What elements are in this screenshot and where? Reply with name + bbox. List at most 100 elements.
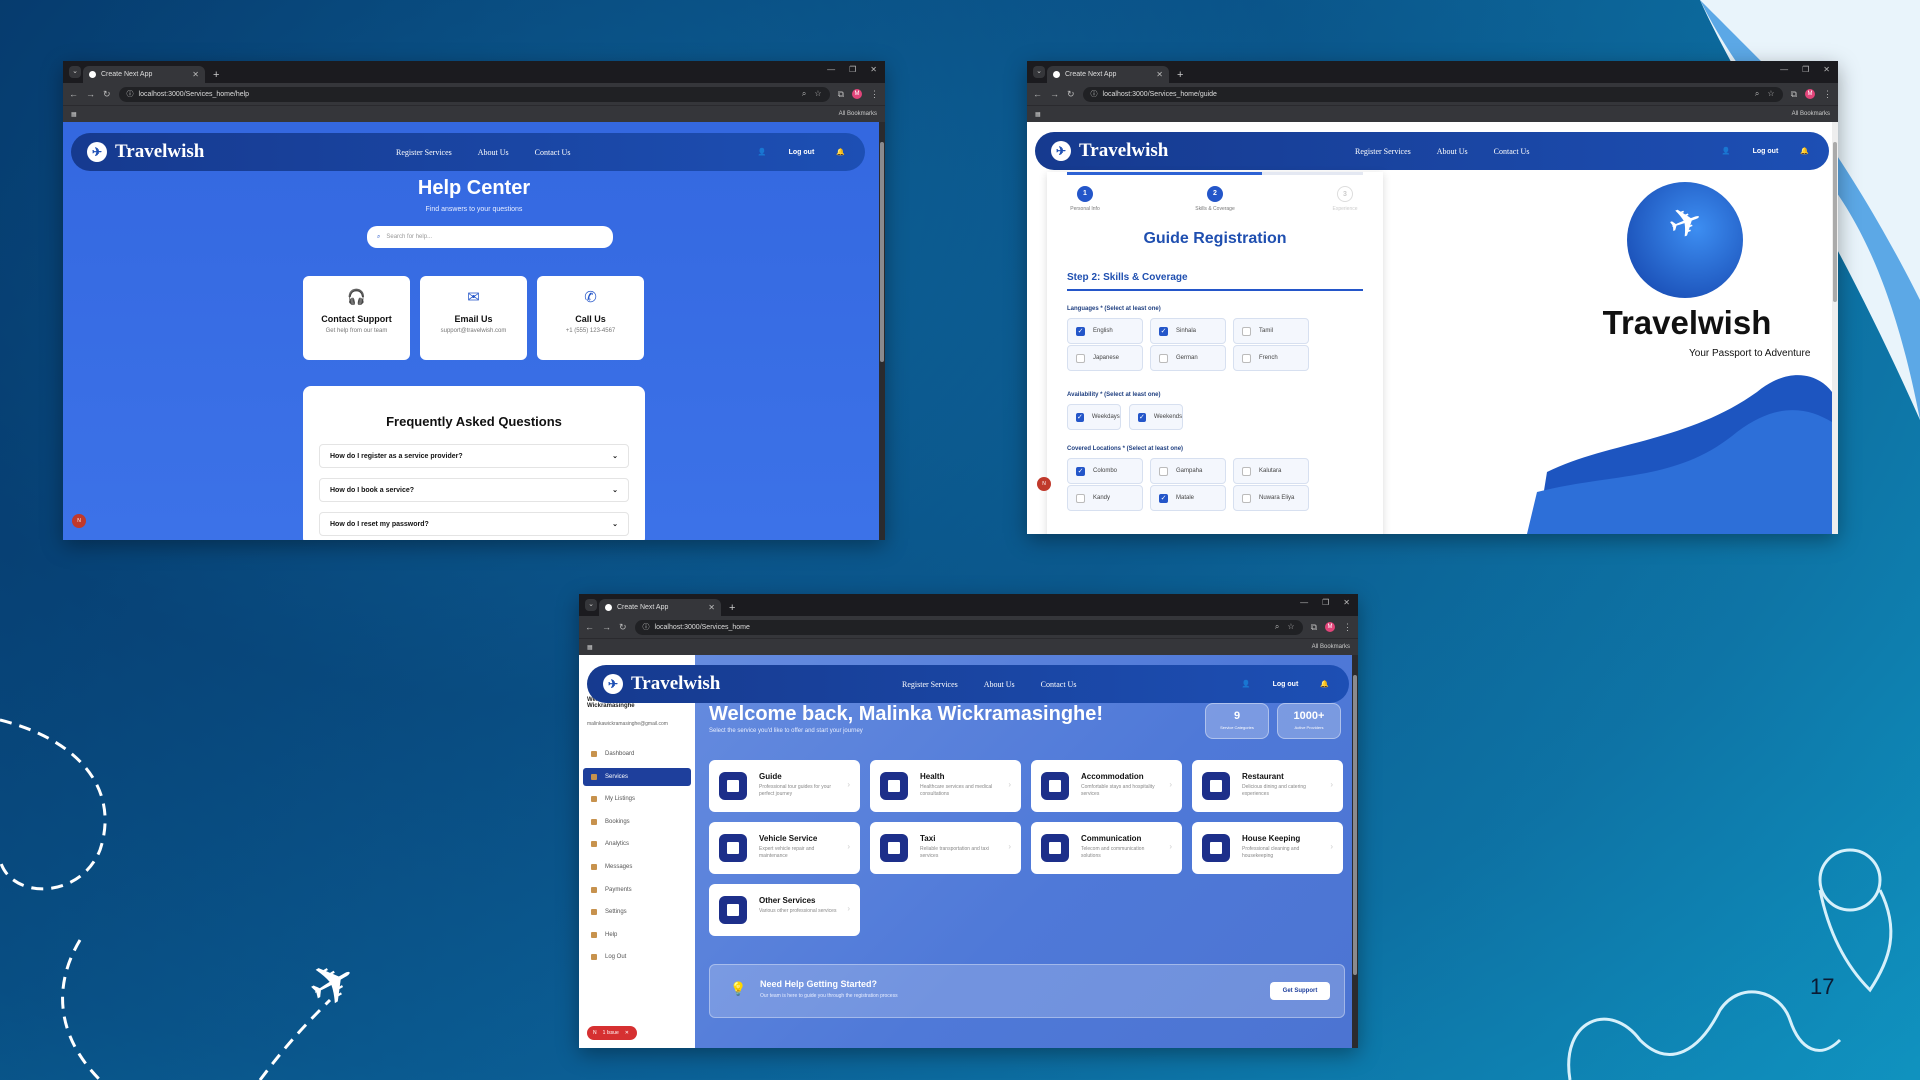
bookmark-star-icon[interactable]: ☆	[1287, 622, 1294, 632]
scrollbar-thumb[interactable]	[1353, 675, 1357, 975]
faq-item[interactable]: How do I book a service? ⌄	[319, 478, 629, 502]
checkbox-icon[interactable]	[1242, 466, 1251, 476]
nav-register-services[interactable]: Register Services	[1355, 147, 1411, 156]
checkbox-option[interactable]: Kandy	[1067, 485, 1143, 511]
restore-icon[interactable]: ❐	[1802, 65, 1809, 74]
all-bookmarks[interactable]: All Bookmarks	[1792, 111, 1830, 117]
forward-icon[interactable]: →	[86, 89, 95, 99]
scrollbar-thumb[interactable]	[880, 142, 884, 362]
menu-icon[interactable]: ⋮	[1823, 89, 1832, 100]
site-info-icon[interactable]: ⓘ	[643, 622, 650, 632]
reload-icon[interactable]: ↻	[1067, 89, 1075, 100]
checkbox-checked-icon[interactable]: ✓	[1076, 412, 1084, 422]
sidebar-item-dashboard[interactable]: Dashboard	[583, 745, 691, 763]
checkbox-option[interactable]: ✓ Weekends	[1129, 404, 1183, 430]
all-bookmarks[interactable]: All Bookmarks	[839, 111, 877, 117]
menu-icon[interactable]: ⋮	[870, 89, 879, 100]
address-bar[interactable]: ⓘ localhost:3000/Services_home/help ⌕ ☆	[118, 86, 830, 102]
sidebar-item-payments[interactable]: Payments	[583, 881, 691, 899]
new-tab-icon[interactable]: +	[213, 69, 219, 81]
service-card-communication[interactable]: Communication Telecom and communication s…	[1031, 822, 1182, 874]
checkbox-icon[interactable]	[1242, 353, 1251, 363]
user-icon[interactable]: 👤	[1242, 680, 1251, 688]
new-tab-icon[interactable]: +	[729, 602, 735, 614]
bell-icon[interactable]: 🔔	[1320, 680, 1329, 688]
forward-icon[interactable]: →	[1050, 89, 1059, 99]
restore-icon[interactable]: ❐	[1322, 598, 1329, 607]
site-logo[interactable]: ✈ Travelwish	[1051, 140, 1168, 162]
minimize-icon[interactable]: —	[1300, 598, 1308, 607]
checkbox-icon[interactable]	[1242, 493, 1251, 503]
close-tab-icon[interactable]: ✕	[192, 70, 199, 79]
page-scrollbar[interactable]	[1352, 655, 1358, 1048]
checkbox-icon[interactable]	[1076, 353, 1085, 363]
sidebar-item-log-out[interactable]: Log Out	[583, 948, 691, 966]
page-scrollbar[interactable]	[1832, 122, 1838, 534]
site-logo[interactable]: ✈ Travelwish	[87, 141, 204, 163]
all-bookmarks[interactable]: All Bookmarks	[1312, 644, 1350, 650]
checkbox-option[interactable]: French	[1233, 345, 1309, 371]
service-card-restaurant[interactable]: Restaurant Delicious dining and catering …	[1192, 760, 1343, 812]
page-scrollbar[interactable]	[879, 122, 885, 540]
address-bar[interactable]: ⓘ localhost:3000/Services_home ⌕ ☆	[634, 619, 1303, 635]
minimize-icon[interactable]: —	[1780, 65, 1788, 74]
get-support-button[interactable]: Get Support	[1270, 982, 1330, 1000]
minimize-icon[interactable]: —	[827, 65, 835, 74]
sidebar-item-my-listings[interactable]: My Listings	[583, 790, 691, 808]
bookmark-star-icon[interactable]: ☆	[1767, 89, 1774, 99]
sidebar-item-analytics[interactable]: Analytics	[583, 835, 691, 853]
service-card-taxi[interactable]: Taxi Reliable transportation and taxi ser…	[870, 822, 1021, 874]
checkbox-option[interactable]: Nuwara Eliya	[1233, 485, 1309, 511]
apps-grid-icon[interactable]: ▦	[71, 111, 77, 118]
sidebar-item-settings[interactable]: Settings	[583, 903, 691, 921]
issue-badge[interactable]: N 1 Issue ✕	[587, 1026, 637, 1040]
checkbox-checked-icon[interactable]: ✓	[1076, 466, 1085, 476]
restore-icon[interactable]: ❐	[849, 65, 856, 74]
bookmark-star-icon[interactable]: ☆	[814, 89, 821, 99]
close-tab-icon[interactable]: ✕	[1156, 70, 1163, 79]
checkbox-checked-icon[interactable]: ✓	[1076, 326, 1085, 336]
email-us-card[interactable]: ✉ Email Us support@travelwish.com	[420, 276, 527, 360]
tab-search-icon[interactable]: ⌄	[585, 599, 597, 611]
nav-register-services[interactable]: Register Services	[396, 148, 452, 157]
logout-link[interactable]: Log out	[789, 149, 815, 156]
checkbox-icon[interactable]	[1159, 353, 1168, 363]
site-logo[interactable]: ✈ Travelwish	[603, 673, 720, 695]
new-tab-icon[interactable]: +	[1177, 69, 1183, 81]
user-icon[interactable]: 👤	[1722, 147, 1731, 155]
back-icon[interactable]: ←	[1033, 89, 1042, 99]
zoom-icon[interactable]: ⌕	[802, 89, 806, 99]
profile-avatar[interactable]: M	[1325, 622, 1335, 632]
checkbox-option[interactable]: Kalutara	[1233, 458, 1309, 484]
dev-badge[interactable]: N	[1037, 477, 1051, 491]
sidebar-item-bookings[interactable]: Bookings	[583, 813, 691, 831]
checkbox-checked-icon[interactable]: ✓	[1138, 412, 1146, 422]
browser-tab[interactable]: Create Next App ✕	[1047, 66, 1169, 83]
service-card-other-services[interactable]: Other Services Various other professional…	[709, 884, 860, 936]
back-icon[interactable]: ←	[585, 622, 594, 632]
checkbox-option[interactable]: ✓ English	[1067, 318, 1143, 344]
user-icon[interactable]: 👤	[758, 148, 767, 156]
address-bar[interactable]: ⓘ localhost:3000/Services_home/guide ⌕ ☆	[1082, 86, 1783, 102]
nav-contact-us[interactable]: Contact Us	[535, 148, 571, 157]
checkbox-checked-icon[interactable]: ✓	[1159, 326, 1168, 336]
site-info-icon[interactable]: ⓘ	[1091, 89, 1098, 99]
nav-contact-us[interactable]: Contact Us	[1041, 680, 1077, 689]
tab-search-icon[interactable]: ⌄	[1033, 66, 1045, 78]
forward-icon[interactable]: →	[602, 622, 611, 632]
checkbox-option[interactable]: Tamil	[1233, 318, 1309, 344]
apps-grid-icon[interactable]: ▦	[587, 644, 593, 651]
checkbox-icon[interactable]	[1242, 326, 1251, 336]
extensions-icon[interactable]: ⧉	[838, 89, 844, 100]
service-card-guide[interactable]: Guide Professional tour guides for your p…	[709, 760, 860, 812]
profile-avatar[interactable]: M	[1805, 89, 1815, 99]
checkbox-option[interactable]: Gampaha	[1150, 458, 1226, 484]
sidebar-item-services[interactable]: Services	[583, 767, 691, 786]
checkbox-option[interactable]: German	[1150, 345, 1226, 371]
dev-badge[interactable]: N	[72, 514, 86, 528]
close-window-icon[interactable]: ✕	[1823, 65, 1830, 74]
close-icon[interactable]: ✕	[625, 1030, 629, 1036]
checkbox-option[interactable]: ✓ Colombo	[1067, 458, 1143, 484]
checkbox-icon[interactable]	[1159, 466, 1168, 476]
menu-icon[interactable]: ⋮	[1343, 622, 1352, 633]
